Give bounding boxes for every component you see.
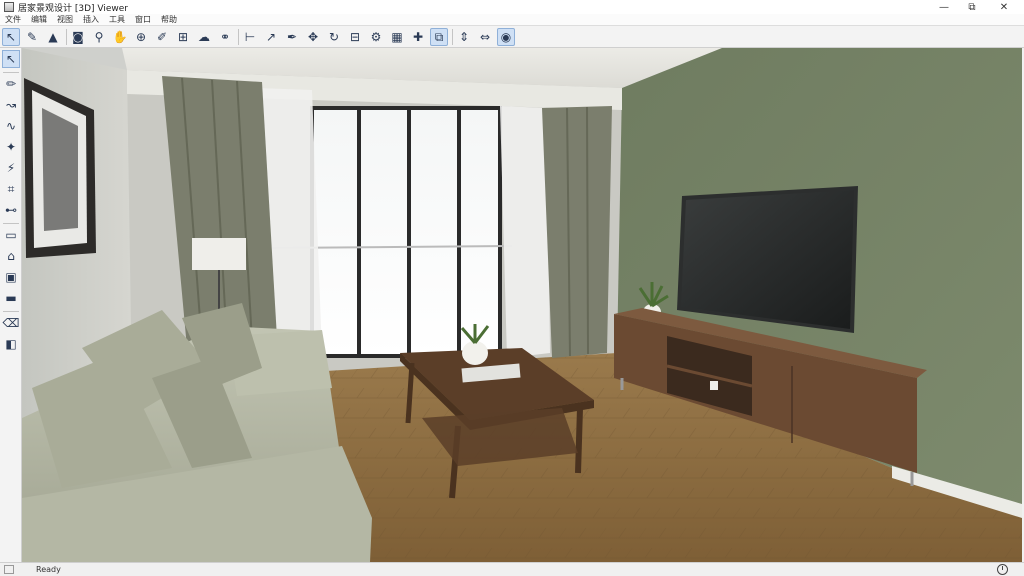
monitor-tool-icon[interactable]: ▬: [2, 289, 20, 307]
main-toolbar: ↖ ✎ ▲ ◙ ⚲ ✋ ⊕ ✐ ⊞ ☁ ⚭ ⊢ ↗ ✒ ✥ ↻ ⊟ ⚙ ▦ ✚ ⧉ ⇕ ⇔ ◉: [0, 26, 1024, 48]
triangle-icon[interactable]: ▲: [44, 28, 62, 46]
settings-icon[interactable]: ⚙: [367, 28, 385, 46]
layout-icon[interactable]: ▦: [388, 28, 406, 46]
pen-icon[interactable]: ✐: [153, 28, 171, 46]
drape-right: [542, 106, 612, 358]
close-button[interactable]: ✕: [992, 0, 1016, 14]
minimize-button[interactable]: —: [932, 0, 956, 14]
app-icon: [4, 2, 14, 12]
status-checkbox[interactable]: [4, 565, 14, 574]
3d-viewport[interactable]: [22, 48, 1022, 562]
picture-art: [42, 108, 78, 231]
tv-screen: [681, 190, 854, 329]
link-icon[interactable]: ⚭: [216, 28, 234, 46]
cloud-icon[interactable]: ☁: [195, 28, 213, 46]
menu-edit[interactable]: 编辑: [26, 14, 52, 26]
pencil-tool-icon[interactable]: ✏: [2, 75, 20, 93]
hand-icon[interactable]: ✋: [111, 28, 129, 46]
toolbar-separator: [452, 29, 453, 45]
magnifier-icon[interactable]: ⚲: [90, 28, 108, 46]
menu-file[interactable]: 文件: [0, 14, 26, 26]
menu-insert[interactable]: 插入: [78, 14, 104, 26]
camera-icon[interactable]: ◙: [69, 28, 87, 46]
room-tool-icon[interactable]: ⌂: [2, 247, 20, 265]
wand-tool-icon[interactable]: ⚡: [2, 159, 20, 177]
wall-tool-icon[interactable]: ▭: [2, 226, 20, 244]
lamp-shade: [192, 238, 246, 270]
toolbar-separator: [3, 311, 19, 312]
line-icon[interactable]: ↗: [262, 28, 280, 46]
toolbar-separator: [66, 29, 67, 45]
snap-icon[interactable]: ✚: [409, 28, 427, 46]
align-icon[interactable]: ⇔: [476, 28, 494, 46]
console-decor: [710, 381, 718, 390]
select-arrow-icon[interactable]: ↖: [2, 28, 20, 46]
menu-bar: 文件 编辑 视图 插入 工具 窗口 帮助: [0, 14, 1024, 26]
status-text: Ready: [36, 565, 61, 574]
vertical-move-icon[interactable]: ⇕: [455, 28, 473, 46]
vase: [462, 341, 488, 365]
toolbar-separator: [3, 223, 19, 224]
render-icon[interactable]: ◉: [497, 28, 515, 46]
eraser-tool-icon[interactable]: ⌫: [2, 314, 20, 332]
brush-icon[interactable]: ✒: [283, 28, 301, 46]
menu-tools[interactable]: 工具: [104, 14, 130, 26]
crop-tool-icon[interactable]: ⌗: [2, 180, 20, 198]
menu-help[interactable]: 帮助: [156, 14, 182, 26]
power-icon[interactable]: [997, 564, 1008, 575]
node-tool-icon[interactable]: ⊷: [2, 201, 20, 219]
picture-tool-icon[interactable]: ▣: [2, 268, 20, 286]
title-bar: 居家景观设计 [3D] Viewer — ⧉ ✕: [0, 0, 1024, 14]
restore-button[interactable]: ⧉: [960, 0, 984, 14]
status-bar: Ready: [0, 562, 1024, 576]
pointer-tool-icon[interactable]: ↖: [2, 50, 20, 68]
star-tool-icon[interactable]: ✦: [2, 138, 20, 156]
sheer-curtain-right: [500, 106, 550, 358]
zoom-icon[interactable]: ⊕: [132, 28, 150, 46]
menu-window[interactable]: 窗口: [130, 14, 156, 26]
move-icon[interactable]: ✥: [304, 28, 322, 46]
window-title: 居家景观设计 [3D] Viewer: [18, 3, 128, 14]
curve-tool-icon[interactable]: ∿: [2, 117, 20, 135]
node-icon[interactable]: ⊞: [174, 28, 192, 46]
table-leg: [575, 407, 583, 474]
grid-icon[interactable]: ⊟: [346, 28, 364, 46]
path-tool-icon[interactable]: ↝: [2, 96, 20, 114]
menu-view[interactable]: 视图: [52, 14, 78, 26]
bucket-tool-icon[interactable]: ◧: [2, 335, 20, 353]
paint-icon[interactable]: ✎: [23, 28, 41, 46]
group-icon[interactable]: ⧉: [430, 28, 448, 46]
rotate-icon[interactable]: ↻: [325, 28, 343, 46]
window-glass: [310, 106, 500, 356]
left-toolbar: ↖ ✏ ↝ ∿ ✦ ⚡ ⌗ ⊷ ▭ ⌂ ▣ ▬ ⌫ ◧: [0, 48, 22, 562]
toolbar-separator: [3, 72, 19, 73]
measure-icon[interactable]: ⊢: [241, 28, 259, 46]
render-scene: [22, 48, 1022, 562]
toolbar-separator: [238, 29, 239, 45]
